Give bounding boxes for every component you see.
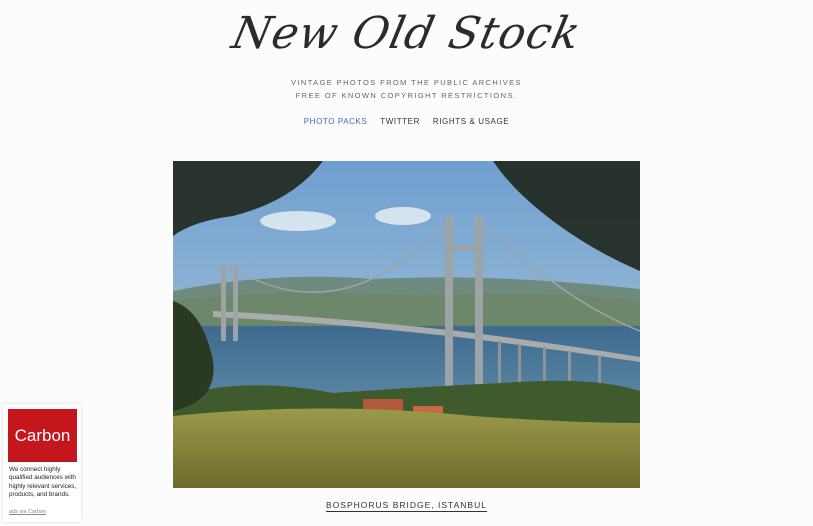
site-tagline: VINTAGE PHOTOS FROM THE PUBLIC ARCHIVES … (0, 76, 813, 102)
site-logo[interactable]: New Old Stock (0, 8, 813, 59)
tagline-line-1: VINTAGE PHOTOS FROM THE PUBLIC ARCHIVES (291, 78, 522, 87)
photo-caption[interactable]: BOSPHORUS BRIDGE, ISTANBUL (0, 500, 813, 512)
main-nav: PHOTO PACKS TWITTER RIGHTS & USAGE (0, 117, 813, 126)
nav-twitter[interactable]: TWITTER (380, 117, 420, 126)
caption-link[interactable]: BOSPHORUS BRIDGE, ISTANBUL (326, 500, 487, 512)
ads-via-link[interactable]: ads via Carbon (9, 509, 46, 515)
featured-photo[interactable] (173, 161, 640, 488)
nav-photo-packs[interactable]: PHOTO PACKS (304, 117, 368, 126)
carbon-ad[interactable]: Carbon We connect highly qualified audie… (3, 404, 81, 522)
carbon-logo[interactable]: Carbon (8, 409, 77, 462)
bosphorus-bridge-image (173, 161, 640, 488)
ad-text[interactable]: We connect highly qualified audiences wi… (9, 466, 79, 499)
nav-rights-usage[interactable]: RIGHTS & USAGE (433, 117, 509, 126)
tagline-line-2: FREE OF KNOWN COPYRIGHT RESTRICTIONS. (295, 91, 518, 100)
